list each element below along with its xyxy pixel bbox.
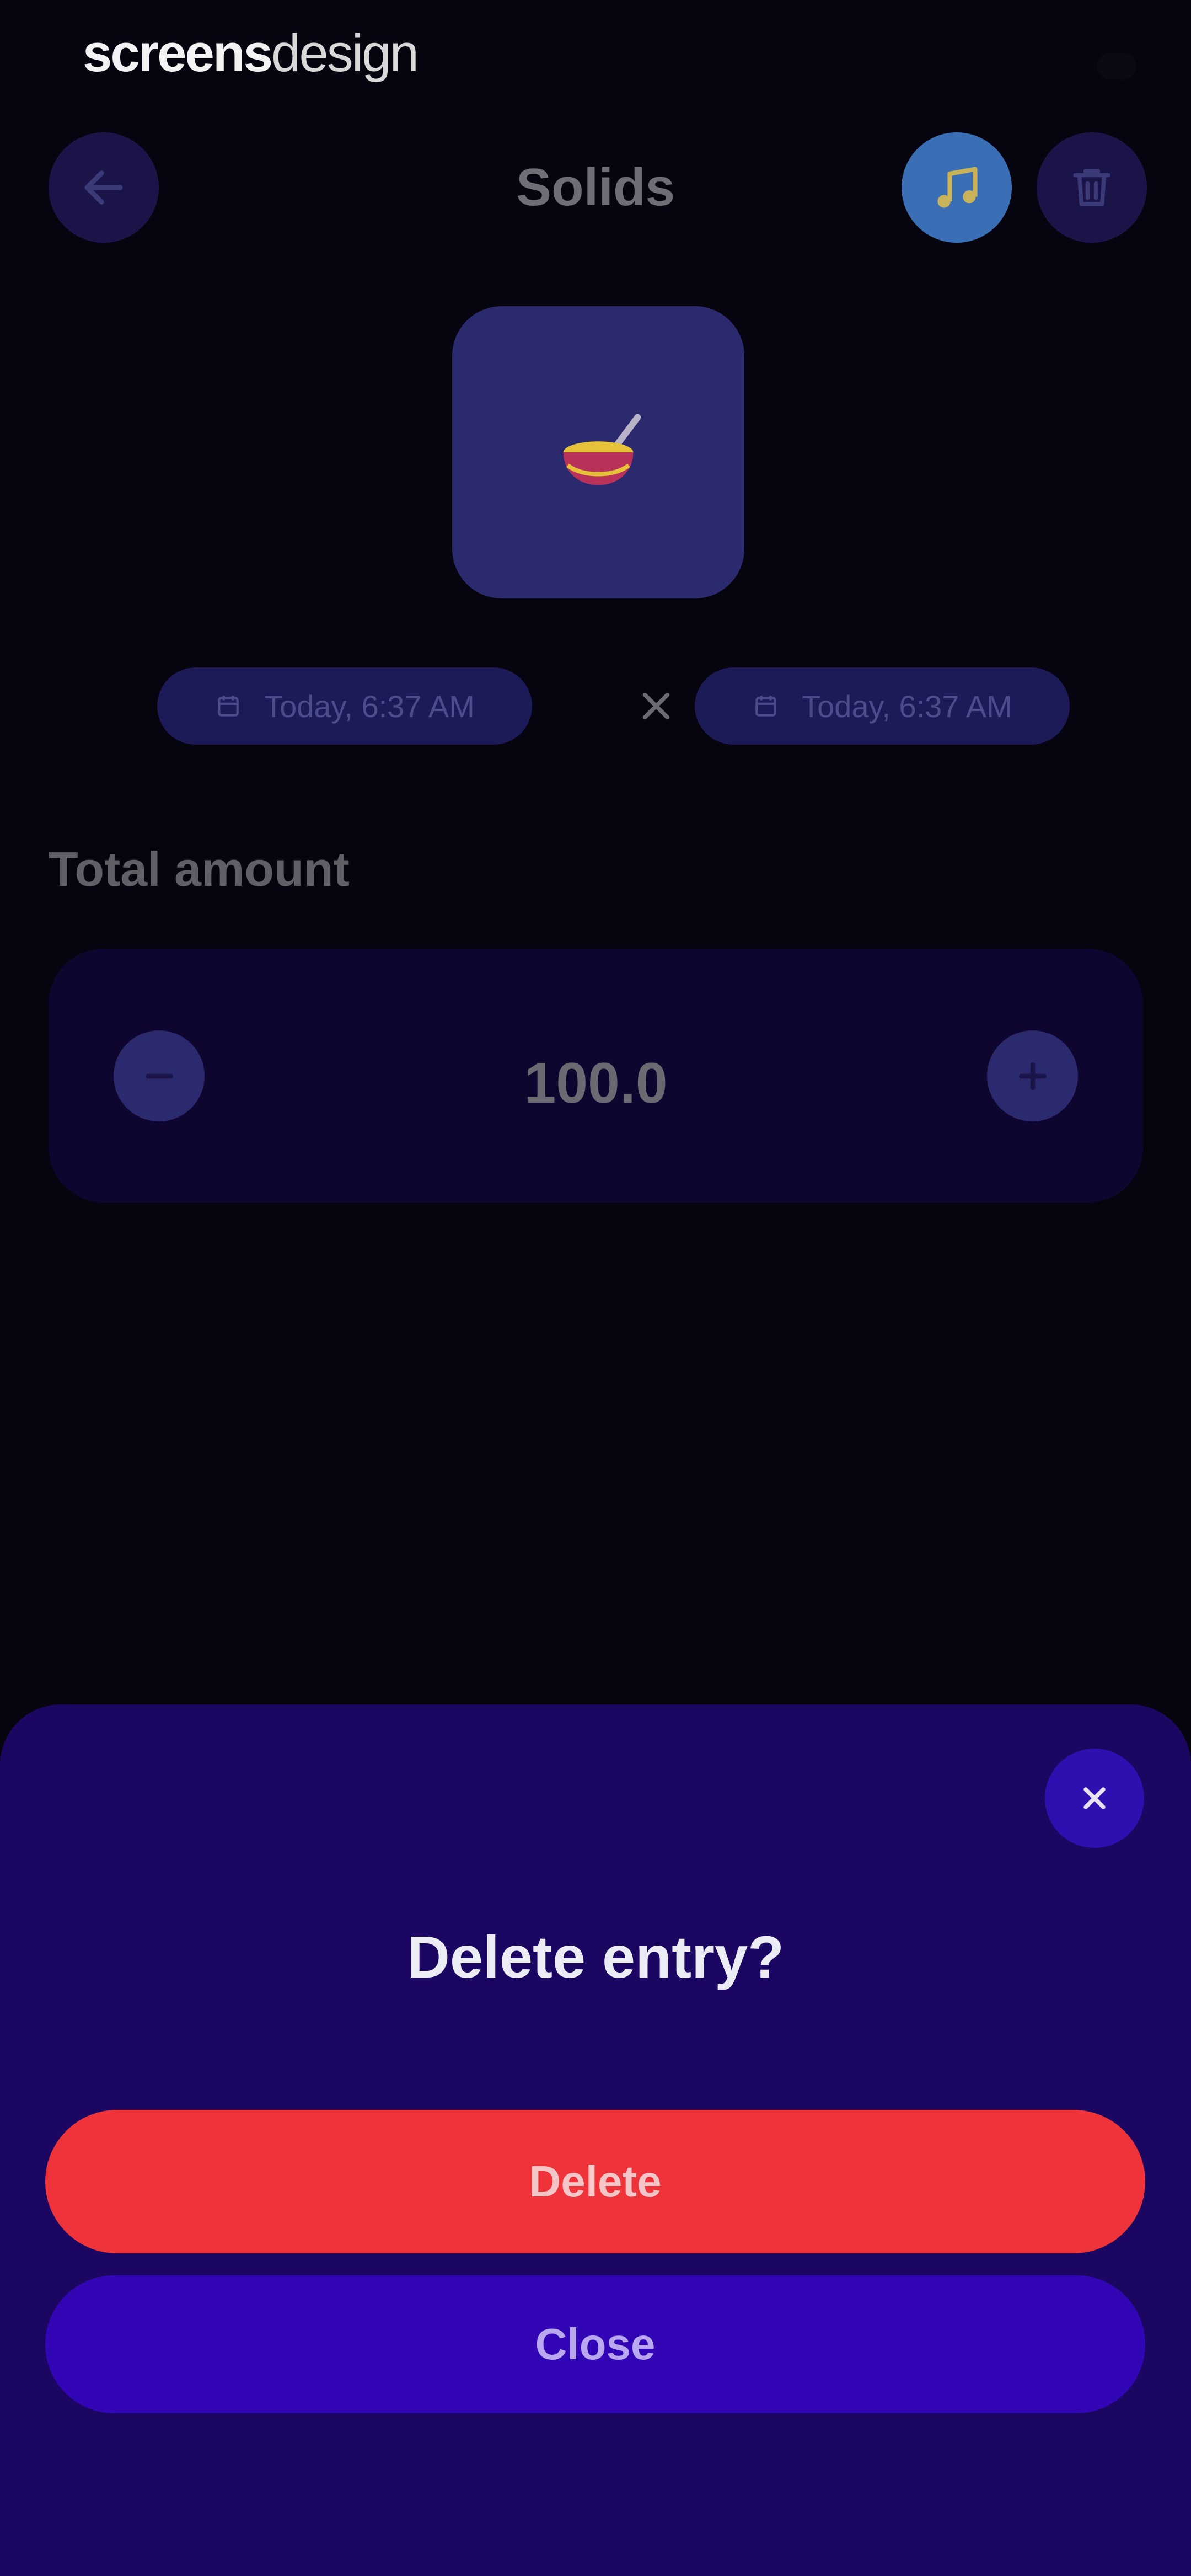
- watermark: screensdesign: [83, 23, 419, 84]
- bowl-icon: [563, 414, 641, 485]
- calendar-icon: [755, 696, 776, 717]
- amount-value[interactable]: 100.0: [49, 1051, 1143, 1116]
- start-time-label: Today, 6:37 AM: [264, 688, 475, 724]
- sheet-close-button[interactable]: [1045, 1749, 1144, 1848]
- watermark-bold: screens: [83, 24, 273, 83]
- music-button[interactable]: [902, 132, 1012, 243]
- page-title: Solids: [516, 158, 675, 217]
- plus-icon: [1018, 1062, 1047, 1090]
- delete-confirmation-sheet: Delete entry? Delete Close: [0, 1704, 1191, 2576]
- close-icon: [642, 692, 670, 720]
- amount-stepper: 100.0: [49, 949, 1143, 1203]
- end-time-label: Today, 6:37 AM: [802, 688, 1012, 724]
- delete-entry-button[interactable]: [1037, 132, 1147, 243]
- delete-button[interactable]: Delete: [45, 2110, 1145, 2253]
- trash-icon: [1073, 169, 1110, 206]
- close-button[interactable]: Close: [45, 2275, 1145, 2413]
- entry-icon-tile[interactable]: [452, 306, 744, 598]
- end-time-chip[interactable]: Today, 6:37 AM: [695, 667, 1070, 745]
- screen: screensdesign Solids Today, 6:37 AM Toda…: [0, 0, 1191, 2576]
- close-icon: [1083, 1787, 1106, 1809]
- calendar-icon: [218, 696, 239, 717]
- start-time-chip[interactable]: Today, 6:37 AM: [157, 667, 532, 745]
- increment-button[interactable]: [987, 1030, 1078, 1121]
- clear-time-button[interactable]: [634, 681, 678, 731]
- status-indicator: [1097, 52, 1136, 80]
- dialog-title: Delete entry?: [406, 1923, 785, 1990]
- total-amount-label: Total amount: [49, 842, 350, 896]
- music-note-icon: [937, 167, 978, 208]
- watermark-thin: design: [271, 24, 419, 83]
